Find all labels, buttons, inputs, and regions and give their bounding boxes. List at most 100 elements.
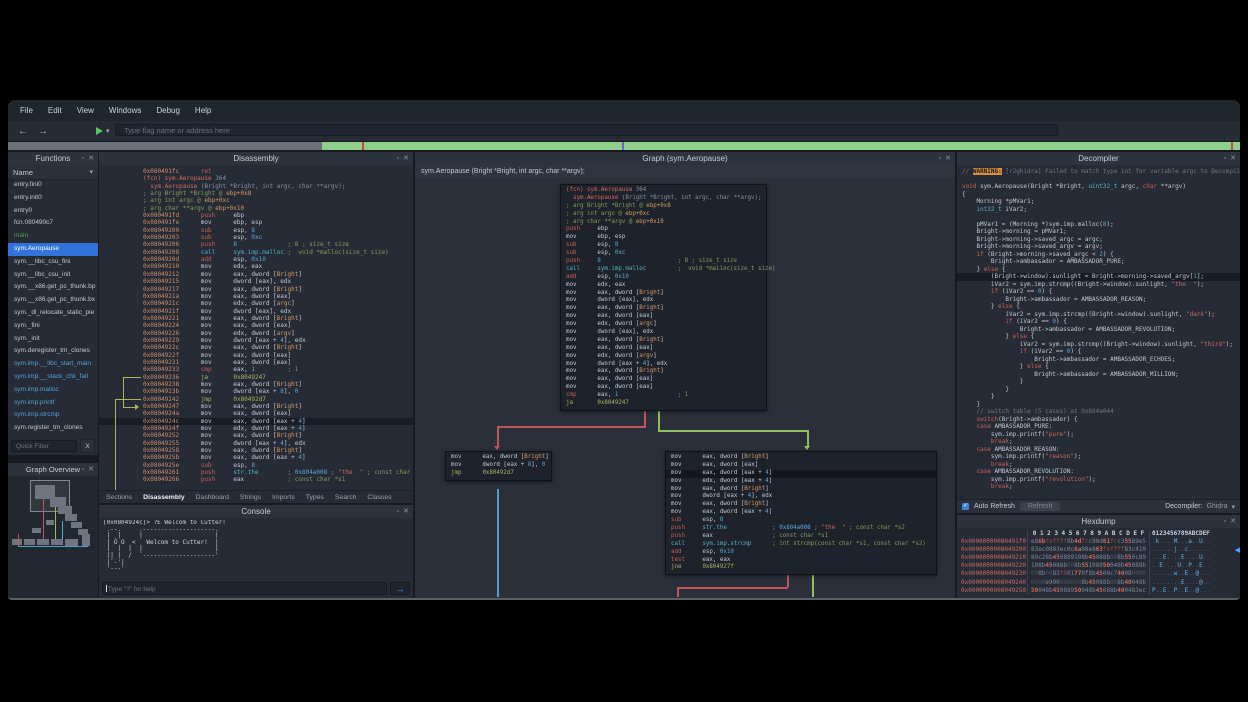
- code-line[interactable]: sym.imp.printf("revolution");: [957, 476, 1240, 484]
- code-line[interactable]: [957, 176, 1240, 184]
- quick-filter-input[interactable]: [11, 440, 77, 452]
- code-line[interactable]: mov dword [eax], edx: [561, 297, 766, 305]
- code-line[interactable]: ; arg Bright *Bright @ ebp+0x8: [561, 203, 766, 211]
- code-line[interactable]: Bright->ambassador = AMBASSADOR_MILLION;: [957, 371, 1240, 379]
- code-line[interactable]: sym.Aeropause (Bright *Bright, int argc,…: [99, 183, 413, 190]
- code-line[interactable]: if (iVar2 == 0) {: [957, 318, 1240, 326]
- code-line[interactable]: 0x08049217 mov eax, dword [Bright]: [99, 286, 413, 293]
- console-input[interactable]: Type "?" for help: [102, 582, 387, 595]
- code-line[interactable]: Bright->morning->saved_argv = argv;: [957, 243, 1240, 251]
- hexdump-titlebar[interactable]: Hexdump ▫✕: [957, 515, 1240, 528]
- code-line[interactable]: 0x080491fe mov ebp, esp: [99, 219, 413, 226]
- code-line[interactable]: 0x08049238 mov eax, dword [Bright]: [99, 381, 413, 388]
- code-line[interactable]: 0x08049233 cmp eax, 1 ; 1: [99, 366, 413, 373]
- code-line[interactable]: mov edx, dword [argc]: [561, 321, 766, 329]
- tab-sections[interactable]: Sections: [106, 494, 132, 501]
- hexdump-row[interactable]: 0x000000000804925050048b45088950048b4508…: [961, 587, 1238, 595]
- code-line[interactable]: cmp eax, 1 ; 1: [561, 392, 766, 400]
- code-line[interactable]: mov eax, dword [eax]: [561, 313, 766, 321]
- code-line[interactable]: mov edx, eax: [561, 282, 766, 290]
- code-line[interactable]: mov eax, dword [eax]: [666, 462, 936, 470]
- code-line[interactable]: case AMBASSADOR_PURE:: [957, 423, 1240, 431]
- code-line[interactable]: sub esp, 8: [561, 242, 766, 250]
- code-line[interactable]: {: [957, 191, 1240, 199]
- function-item[interactable]: sym.imp.malloc: [8, 384, 98, 397]
- function-item[interactable]: sym._init: [8, 333, 98, 346]
- code-line[interactable]: 0x08049210 mov edx, eax: [99, 263, 413, 270]
- function-item[interactable]: entry.fini0: [8, 179, 98, 192]
- close-icon[interactable]: ✕: [1230, 155, 1236, 162]
- code-line[interactable]: break;: [957, 461, 1240, 469]
- code-line[interactable]: if (iVar2 == 0) {: [957, 288, 1240, 296]
- code-line[interactable]: 0x08049261 push str.the ; 0x804a008 ; "t…: [99, 469, 413, 476]
- code-line[interactable]: void sym.Aeropause(Bright *Bright, uint3…: [957, 183, 1240, 191]
- graph-canvas[interactable]: (fcn) sym.Aeropause 364 sym.Aeropause (B…: [415, 178, 955, 598]
- code-line[interactable]: mov eax, dword [eax]: [561, 376, 766, 384]
- graph-minimap[interactable]: [8, 476, 98, 598]
- graph-node-entry[interactable]: (fcn) sym.Aeropause 364 sym.Aeropause (B…: [560, 184, 767, 411]
- code-line[interactable]: 0x0804924f mov edx, dword [eax + 4]: [99, 425, 413, 432]
- code-line[interactable]: 0x08049200 sub esp, 8: [99, 227, 413, 234]
- hexdump-table[interactable]: 0123456789ABCDEF0123456789ABCDEF0x000000…: [961, 530, 1238, 598]
- graph-titlebar[interactable]: Graph (sym.Aeropause) ▫✕: [415, 152, 955, 165]
- code-line[interactable]: 0x08049258 mov eax, dword [Bright]: [99, 447, 413, 454]
- code-line[interactable]: }: [957, 401, 1240, 409]
- console-send-button[interactable]: →: [390, 582, 410, 595]
- code-line[interactable]: }: [957, 393, 1240, 401]
- code-line[interactable]: 0x08049206 push 8 ; 8 ; size_t size: [99, 241, 413, 248]
- back-icon[interactable]: ←: [18, 126, 28, 137]
- function-item[interactable]: sym.deregister_tm_clones: [8, 345, 98, 358]
- code-line[interactable]: mov eax, dword [Bright]: [666, 454, 936, 462]
- chevron-down-icon[interactable]: ▾: [106, 127, 110, 135]
- code-line[interactable]: Bright->ambassador = AMBASSADOR_REASON;: [957, 296, 1240, 304]
- undock-icon[interactable]: ▫: [82, 466, 84, 473]
- code-line[interactable]: Bright->ambassador = AMBASSADOR_ECHOES;: [957, 356, 1240, 364]
- menu-view[interactable]: View: [77, 106, 94, 115]
- code-line[interactable]: Bright->ambassador = AMBASSADOR_REVOLUTI…: [957, 326, 1240, 334]
- code-line[interactable]: mov eax, dword [eax]: [561, 345, 766, 353]
- code-line[interactable]: 0x0804924c mov eax, dword [eax + 4]: [99, 418, 413, 425]
- code-line[interactable]: 0x0804921a mov eax, dword [eax]: [99, 293, 413, 300]
- code-line[interactable]: break;: [957, 483, 1240, 491]
- code-line[interactable]: mov eax, dword [Bright]: [561, 290, 766, 298]
- auto-refresh-checkbox[interactable]: ✓: [962, 503, 969, 510]
- code-line[interactable]: (fcn) sym.Aeropause 364: [99, 175, 413, 182]
- undock-icon[interactable]: ▫: [939, 155, 941, 162]
- code-line[interactable]: } else {: [957, 266, 1240, 274]
- close-icon[interactable]: ✕: [88, 466, 94, 473]
- graph-node-else[interactable]: mov eax, dword [Bright]mov dword [eax + …: [445, 451, 552, 481]
- decompiler-select[interactable]: Ghidra: [1206, 503, 1227, 510]
- function-item[interactable]: sym.__libc_csu_fini: [8, 256, 98, 269]
- function-item[interactable]: fcn.080490c7: [8, 217, 98, 230]
- code-line[interactable]: 0x0804920d add esp, 0x10: [99, 256, 413, 263]
- code-line[interactable]: add esp, 0x10: [666, 549, 936, 557]
- disassembly-titlebar[interactable]: Disassembly ▫✕: [99, 152, 413, 165]
- close-icon[interactable]: ✕: [1230, 518, 1236, 525]
- tab-imports[interactable]: Imports: [272, 494, 295, 501]
- code-line[interactable]: Bright->ambassador = AMBASSADOR_PURE;: [957, 258, 1240, 266]
- code-line[interactable]: Bright->morning->saved_argc = argc;: [957, 236, 1240, 244]
- close-icon[interactable]: ✕: [945, 155, 951, 162]
- graph-node-then[interactable]: mov eax, dword [Bright]mov eax, dword [e…: [665, 451, 937, 575]
- code-line[interactable]: // WARNING: [r2ghidra] Failed to match t…: [957, 168, 1240, 176]
- decompiler-titlebar[interactable]: Decompiler ▫✕: [957, 152, 1240, 165]
- hexdump-row[interactable]: 0x0000000008049230008b0083f801770f8b4508…: [961, 570, 1238, 578]
- code-line[interactable]: add esp, 0x10: [561, 274, 766, 282]
- functions-panel-titlebar[interactable]: Functions ▫✕: [8, 152, 98, 165]
- code-line[interactable]: mov eax, dword [Bright]: [561, 337, 766, 345]
- code-line[interactable]: // switch table (5 cases) at 0x804a044: [957, 408, 1240, 416]
- code-line[interactable]: if (Bright->morning->saved_argc < 2) {: [957, 251, 1240, 259]
- code-line[interactable]: 0x0804925e sub esp, 8: [99, 462, 413, 469]
- code-line[interactable]: ja 0x8049247: [561, 400, 766, 408]
- menu-windows[interactable]: Windows: [109, 106, 141, 115]
- function-item[interactable]: sym.__libc_csu_init: [8, 269, 98, 282]
- code-line[interactable]: (fcn) sym.Aeropause 364: [561, 187, 766, 195]
- menu-edit[interactable]: Edit: [48, 106, 62, 115]
- console-titlebar[interactable]: Console ▫✕: [99, 505, 413, 518]
- code-line[interactable]: 0x0804924a mov eax, dword [eax]: [99, 410, 413, 417]
- function-item[interactable]: entry.init0: [8, 192, 98, 205]
- code-line[interactable]: 0x08049208 call sym.imp.malloc ; void *m…: [99, 249, 413, 256]
- tab-dashboard[interactable]: Dashboard: [196, 494, 229, 501]
- code-line[interactable]: mov eax, dword [eax + 4]: [666, 509, 936, 517]
- undock-icon[interactable]: ▫: [1224, 155, 1226, 162]
